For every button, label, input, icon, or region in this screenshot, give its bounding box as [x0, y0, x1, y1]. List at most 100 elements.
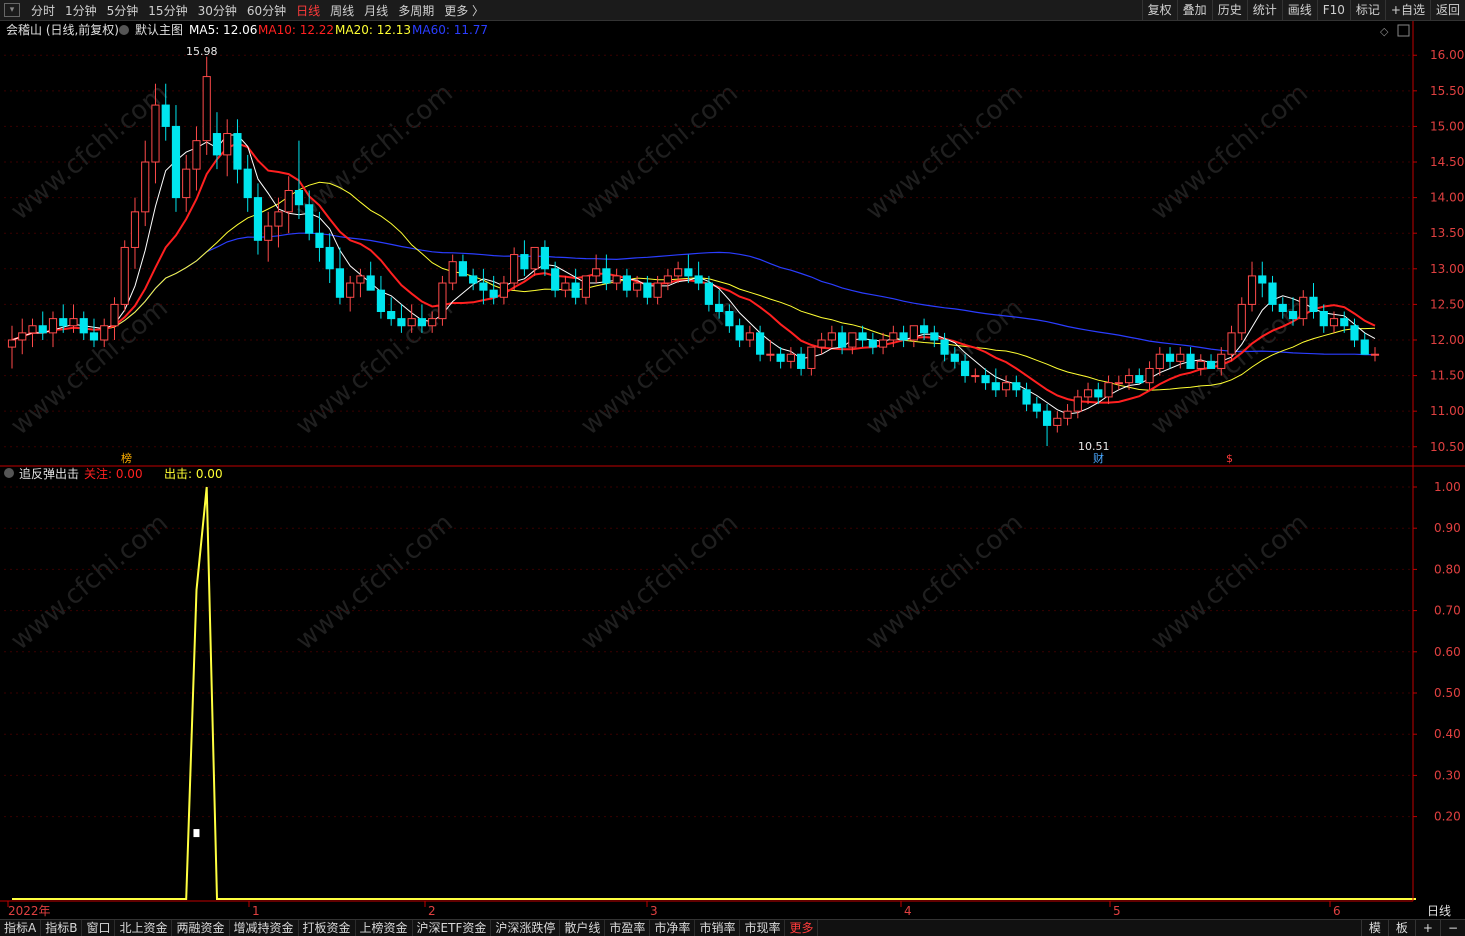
mark-bang[interactable]: 榜	[121, 451, 132, 465]
template-dropdown-icon[interactable]	[119, 25, 129, 35]
candle-body	[930, 332, 939, 341]
candle-body	[909, 325, 918, 341]
bottom-tab[interactable]: 市现率	[740, 920, 786, 936]
candle-body	[79, 318, 88, 334]
template-name[interactable]: 默认主图	[135, 22, 183, 37]
period-tab[interactable]: 周线	[325, 2, 359, 19]
candle-body	[561, 282, 570, 291]
period-tab[interactable]: 5分钟	[102, 2, 144, 19]
candle-body	[1083, 389, 1093, 398]
candle-body	[335, 268, 345, 298]
candle-body	[581, 275, 590, 298]
toolbar-button[interactable]: 叠加	[1176, 0, 1212, 20]
bottom-tab[interactable]: 更多	[785, 920, 819, 936]
bottom-right-button[interactable]: −	[1439, 920, 1465, 936]
bottom-tab[interactable]: 指标B	[41, 920, 83, 936]
candle-body	[28, 325, 37, 334]
candle-body	[376, 289, 386, 313]
bottom-right-button[interactable]: 板	[1387, 920, 1415, 936]
ma60-legend: MA60: 11.77	[412, 23, 488, 37]
period-tab[interactable]: 日线	[291, 2, 325, 19]
chart-maximize-icon[interactable]	[1397, 24, 1410, 37]
bottom-tab[interactable]: 沪深ETF资金	[413, 920, 492, 936]
period-tab[interactable]: 月线	[359, 2, 393, 19]
toolbar-button[interactable]: F10	[1316, 0, 1350, 20]
candle-body	[817, 339, 826, 348]
candle-body	[981, 375, 990, 384]
stock-title[interactable]: 会稽山 (日线,前复权)	[6, 22, 119, 37]
toolbar-button[interactable]: 标记	[1349, 0, 1385, 20]
candle-body	[633, 282, 642, 291]
period-tab[interactable]: 分时	[26, 2, 60, 19]
candle-body	[499, 282, 508, 298]
candle-body	[786, 353, 795, 362]
indicator-name[interactable]: 追反弹出击	[19, 466, 79, 481]
candle-body	[192, 140, 201, 170]
bottom-tab[interactable]: 沪深涨跌停	[491, 920, 561, 936]
candle-body	[858, 332, 867, 341]
candle-body	[899, 332, 908, 341]
bottom-tab[interactable]: 窗口	[82, 920, 116, 936]
candle-body	[253, 197, 263, 241]
period-tab[interactable]: 60分钟	[242, 2, 291, 19]
candle-body	[18, 332, 27, 341]
chart-settings-icon[interactable]: ◇	[1380, 25, 1389, 38]
time-tick-label: 5	[1113, 904, 1121, 918]
toolbar-button[interactable]: 返回	[1429, 0, 1465, 20]
ma20-legend: MA20: 12.13	[335, 23, 411, 37]
candle-body	[479, 282, 488, 291]
candle-body	[161, 104, 170, 127]
candle-body	[346, 282, 355, 298]
bottom-tab[interactable]: 上榜资金	[356, 920, 413, 936]
indicator-tick-label: 0.30	[1434, 768, 1461, 782]
bottom-tab[interactable]: 散户线	[560, 920, 606, 936]
candle-body	[551, 268, 560, 291]
period-tab[interactable]: 1分钟	[60, 2, 102, 19]
candle-body	[356, 275, 365, 284]
period-tab[interactable]: 多周期	[393, 2, 439, 19]
kline-chart[interactable]: www.cfchi.com www.cfchi.com www.cfchi.com w…	[0, 21, 1465, 919]
candle-body	[684, 268, 693, 277]
candle-body	[171, 125, 181, 199]
candle-body	[428, 318, 437, 327]
bottom-tab[interactable]: 两融资金	[172, 920, 230, 936]
indicator-dropdown-icon[interactable]	[4, 468, 14, 478]
bottom-tab[interactable]: 北上资金	[115, 920, 173, 936]
candle-body	[612, 275, 621, 284]
bottom-tab[interactable]: 市销率	[695, 920, 741, 936]
candle-body	[848, 332, 857, 348]
candle-body	[704, 282, 713, 305]
candle-body	[1032, 403, 1041, 412]
toolbar-button[interactable]: +自选	[1384, 0, 1430, 20]
period-tab[interactable]: 15分钟	[143, 2, 192, 19]
period-tab[interactable]: 30分钟	[193, 2, 242, 19]
time-tick-label: 3	[650, 904, 658, 918]
bottom-tab[interactable]: 市净率	[650, 920, 696, 936]
candle-body	[674, 268, 683, 277]
bottom-tab[interactable]: 市盈率	[605, 920, 651, 936]
candle-body	[540, 246, 549, 270]
candle-body	[1309, 296, 1318, 313]
period-tab[interactable]: 更多 〉	[439, 2, 489, 19]
bottom-tab[interactable]: 指标A	[0, 920, 42, 936]
toolbar-button[interactable]: 复权	[1141, 0, 1177, 20]
candle-body	[879, 339, 888, 348]
mark-dollar[interactable]: $	[1226, 452, 1233, 465]
watermark-text: www.cfchi.com	[1145, 78, 1314, 226]
candle-body	[663, 275, 672, 284]
bottom-right-button[interactable]: 模	[1360, 920, 1388, 936]
candle-body	[1217, 353, 1226, 369]
ma5-legend: MA5: 12.06	[189, 23, 257, 37]
bottom-tab[interactable]: 增减持资金	[230, 920, 299, 936]
candle-body	[48, 318, 58, 334]
bottom-tab[interactable]: 打板资金	[299, 920, 356, 936]
period-label: 日线	[1427, 904, 1451, 918]
toolbar-button[interactable]: 历史	[1211, 0, 1247, 20]
bottom-right-button[interactable]: +	[1414, 920, 1440, 936]
window-menu-icon[interactable]: ▾	[4, 3, 20, 17]
toolbar-button[interactable]: 统计	[1246, 0, 1282, 20]
indicator-tick-label: 0.70	[1434, 604, 1461, 618]
toolbar-button[interactable]: 画线	[1281, 0, 1317, 20]
candle-body	[38, 325, 47, 334]
mark-cai[interactable]: 财	[1093, 451, 1104, 465]
